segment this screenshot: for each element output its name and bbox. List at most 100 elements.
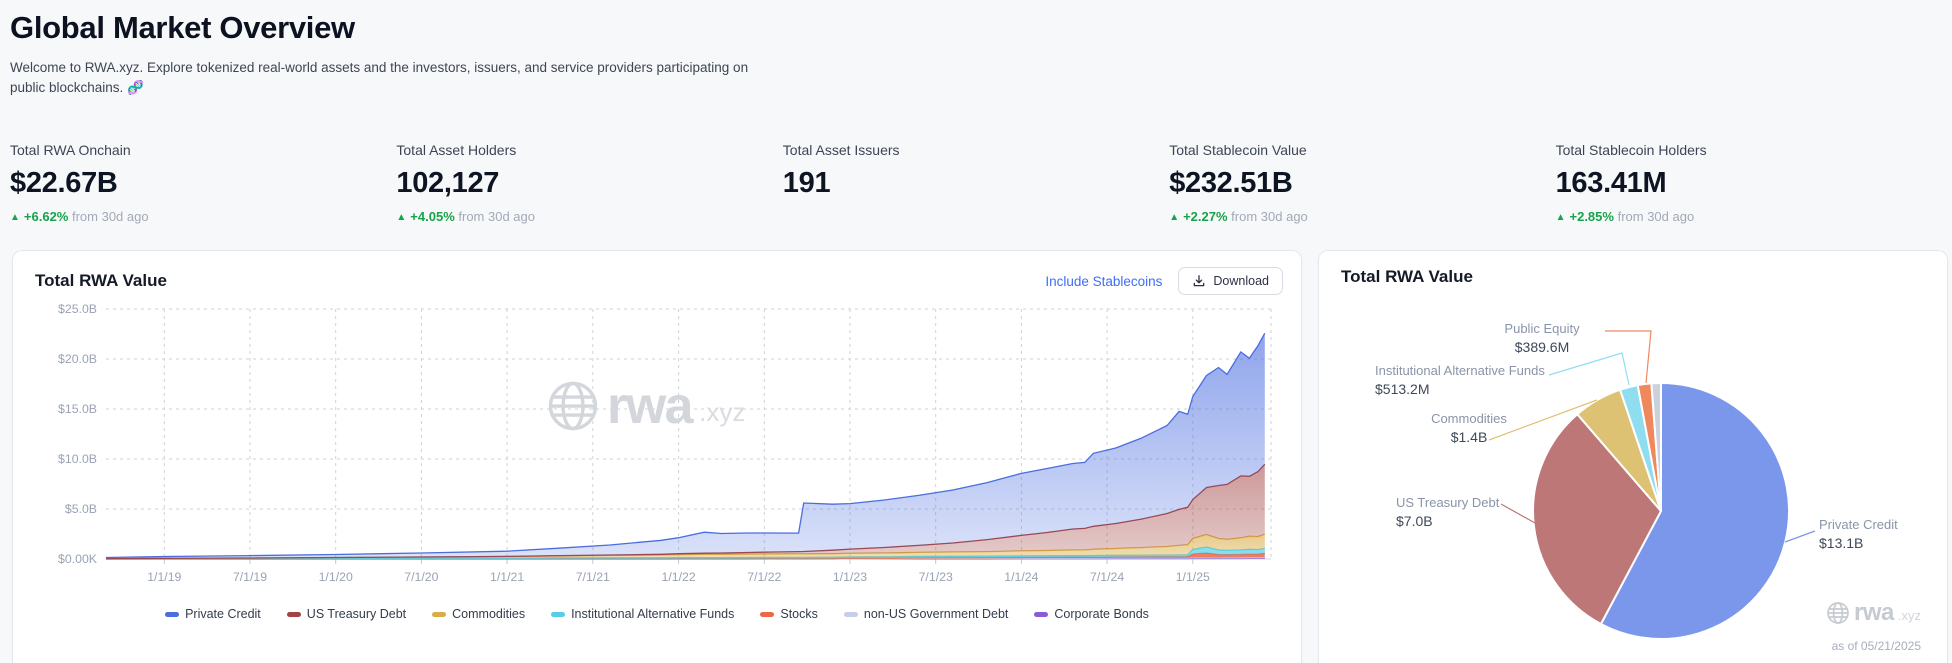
legend-swatch bbox=[1034, 611, 1049, 617]
legend-item-commodities[interactable]: Commodities bbox=[432, 607, 525, 621]
stat-label: Total Asset Issuers bbox=[782, 142, 900, 158]
svg-text:7/1/21: 7/1/21 bbox=[576, 570, 610, 584]
stat-label: Total Stablecoin Holders bbox=[1555, 142, 1707, 158]
svg-text:1/1/23: 1/1/23 bbox=[833, 570, 867, 584]
svg-text:1/1/22: 1/1/22 bbox=[661, 570, 695, 584]
svg-text:1/1/21: 1/1/21 bbox=[490, 570, 524, 584]
chart-legend: Private Credit US Treasury Debt Commoditie… bbox=[13, 607, 1301, 621]
legend-label: Stocks bbox=[780, 607, 818, 621]
stat-total-asset-holders: Total Asset Holders 102,127 ▲ +4.05% from… bbox=[396, 142, 782, 224]
legend-label: Commodities bbox=[452, 607, 526, 621]
legend-label: Institutional Alternative Funds bbox=[571, 607, 735, 621]
legend-label: Private Credit bbox=[185, 607, 261, 621]
legend-label: Corporate Bonds bbox=[1054, 607, 1149, 621]
stat-change: ▲ +2.85% from 30d ago bbox=[1555, 209, 1695, 224]
svg-text:7/1/24: 7/1/24 bbox=[1090, 570, 1124, 584]
stat-change: ▲ +4.05% from 30d ago bbox=[396, 209, 535, 224]
legend-swatch bbox=[551, 611, 566, 617]
svg-text:$5.0B: $5.0B bbox=[65, 502, 97, 516]
pie-label-commodities: Commodities $1.4B bbox=[1431, 411, 1507, 445]
svg-text:$10.0B: $10.0B bbox=[58, 452, 97, 466]
stat-total-stablecoin-holders: Total Stablecoin Holders 163.41M ▲ +2.85%… bbox=[1556, 142, 1942, 224]
legend-item-non-us-government-debt[interactable]: non-US Government Debt bbox=[843, 607, 1009, 621]
total-rwa-value-pie-card: Total RWA Value Public Equity $389.6M In… bbox=[1318, 250, 1948, 663]
legend-item-stocks[interactable]: Stocks bbox=[760, 607, 818, 621]
area-card-controls: Include Stablecoins Download bbox=[1045, 267, 1283, 295]
legend-swatch bbox=[432, 611, 447, 617]
rwa-watermark: rwa .xyz bbox=[1826, 601, 1921, 625]
legend-swatch bbox=[843, 611, 858, 617]
svg-text:7/1/20: 7/1/20 bbox=[404, 570, 438, 584]
area-card-title: Total RWA Value bbox=[35, 271, 167, 290]
svg-text:$20.0B: $20.0B bbox=[58, 352, 97, 366]
legend-label: US Treasury Debt bbox=[306, 607, 407, 621]
legend-swatch bbox=[286, 611, 301, 617]
svg-text:$25.0B: $25.0B bbox=[58, 302, 97, 316]
change-suffix: from 30d ago bbox=[1617, 209, 1695, 224]
page-header: Global Market Overview Welcome to RWA.xy… bbox=[0, 0, 1952, 98]
watermark-suffix: .xyz bbox=[1897, 608, 1921, 623]
area-card-header: Total RWA Value Include Stablecoins Down… bbox=[35, 267, 1283, 295]
download-label: Download bbox=[1213, 274, 1269, 288]
stat-change: ▲ +6.62% from 30d ago bbox=[10, 209, 149, 224]
stat-total-rwa-onchain: Total RWA Onchain $22.67B ▲ +6.62% from 3… bbox=[10, 142, 396, 224]
stat-label: Total RWA Onchain bbox=[10, 142, 131, 158]
legend-label: non-US Government Debt bbox=[863, 607, 1009, 621]
up-triangle-icon: ▲ bbox=[1555, 212, 1566, 223]
stat-total-asset-issuers: Total Asset Issuers 191 bbox=[783, 142, 1169, 224]
page-subtitle: Welcome to RWA.xyz. Explore tokenized re… bbox=[10, 58, 1940, 98]
legend-item-institutional-alternative-funds[interactable]: Institutional Alternative Funds bbox=[551, 607, 734, 621]
stat-change: ▲ +2.27% from 30d ago bbox=[1169, 209, 1308, 224]
total-rwa-value-area-card: Total RWA Value Include Stablecoins Down… bbox=[12, 250, 1302, 663]
stat-value: $232.51B bbox=[1169, 167, 1293, 199]
svg-text:1/1/24: 1/1/24 bbox=[1004, 570, 1038, 584]
cards-row: Total RWA Value Include Stablecoins Down… bbox=[0, 250, 1952, 663]
up-triangle-icon: ▲ bbox=[1169, 212, 1180, 223]
stat-total-stablecoin-value: Total Stablecoin Value $232.51B ▲ +2.27% … bbox=[1169, 142, 1555, 224]
subtitle-line-2: public blockchains. 🧬 bbox=[10, 80, 144, 95]
svg-text:$15.0B: $15.0B bbox=[58, 402, 97, 416]
stat-value: 191 bbox=[782, 167, 831, 199]
pie-card-header: Total RWA Value bbox=[1341, 267, 1929, 287]
stat-label: Total Asset Holders bbox=[396, 142, 517, 158]
up-triangle-icon: ▲ bbox=[10, 212, 20, 223]
svg-text:1/1/20: 1/1/20 bbox=[319, 570, 353, 584]
svg-text:7/1/22: 7/1/22 bbox=[747, 570, 781, 584]
stat-value: $22.67B bbox=[10, 167, 118, 199]
legend-item-corporate-bonds[interactable]: Corporate Bonds bbox=[1034, 607, 1149, 621]
svg-text:$0.00K: $0.00K bbox=[58, 552, 98, 566]
subtitle-line-1: Welcome to RWA.xyz. Explore tokenized re… bbox=[10, 60, 749, 75]
watermark-text: rwa bbox=[1854, 599, 1894, 626]
change-suffix: from 30d ago bbox=[71, 209, 149, 224]
pie-label-public-equity: Public Equity $389.6M bbox=[1504, 321, 1580, 355]
svg-text:7/1/19: 7/1/19 bbox=[233, 570, 267, 584]
change-suffix: from 30d ago bbox=[458, 209, 535, 224]
download-icon bbox=[1194, 275, 1205, 287]
pie-label-institutional-alternative-funds: Institutional Alternative Funds $513.2M bbox=[1375, 363, 1545, 397]
pie-card-title: Total RWA Value bbox=[1341, 267, 1473, 286]
pie-label-us-treasury-debt: US Treasury Debt $7.0B bbox=[1396, 495, 1500, 529]
include-stablecoins-link[interactable]: Include Stablecoins bbox=[1045, 274, 1162, 289]
legend-item-us-treasury-debt[interactable]: US Treasury Debt bbox=[286, 607, 407, 621]
stat-value: 163.41M bbox=[1555, 167, 1667, 199]
legend-swatch bbox=[165, 611, 180, 617]
download-button[interactable]: Download bbox=[1178, 267, 1283, 295]
rwa-watermark: rwa .xyz bbox=[546, 379, 745, 433]
as-of-date: as of 05/21/2025 bbox=[1831, 639, 1921, 653]
svg-text:1/1/19: 1/1/19 bbox=[147, 570, 181, 584]
legend-swatch bbox=[760, 611, 775, 617]
stats-row: Total RWA Onchain $22.67B ▲ +6.62% from 3… bbox=[0, 142, 1952, 224]
legend-item-private-credit[interactable]: Private Credit bbox=[165, 607, 261, 621]
svg-text:1/1/25: 1/1/25 bbox=[1176, 570, 1210, 584]
watermark-text: rwa bbox=[607, 377, 694, 435]
globe-icon bbox=[548, 381, 598, 431]
watermark-suffix: .xyz bbox=[699, 397, 746, 427]
change-suffix: from 30d ago bbox=[1231, 209, 1308, 224]
stat-label: Total Stablecoin Value bbox=[1169, 142, 1307, 158]
up-triangle-icon: ▲ bbox=[396, 212, 407, 223]
pie-label-private-credit: Private Credit $13.1B bbox=[1819, 517, 1898, 551]
stat-value: 102,127 bbox=[396, 167, 500, 199]
svg-text:7/1/23: 7/1/23 bbox=[919, 570, 953, 584]
globe-icon bbox=[1827, 602, 1849, 624]
page-title: Global Market Overview bbox=[10, 10, 355, 45]
